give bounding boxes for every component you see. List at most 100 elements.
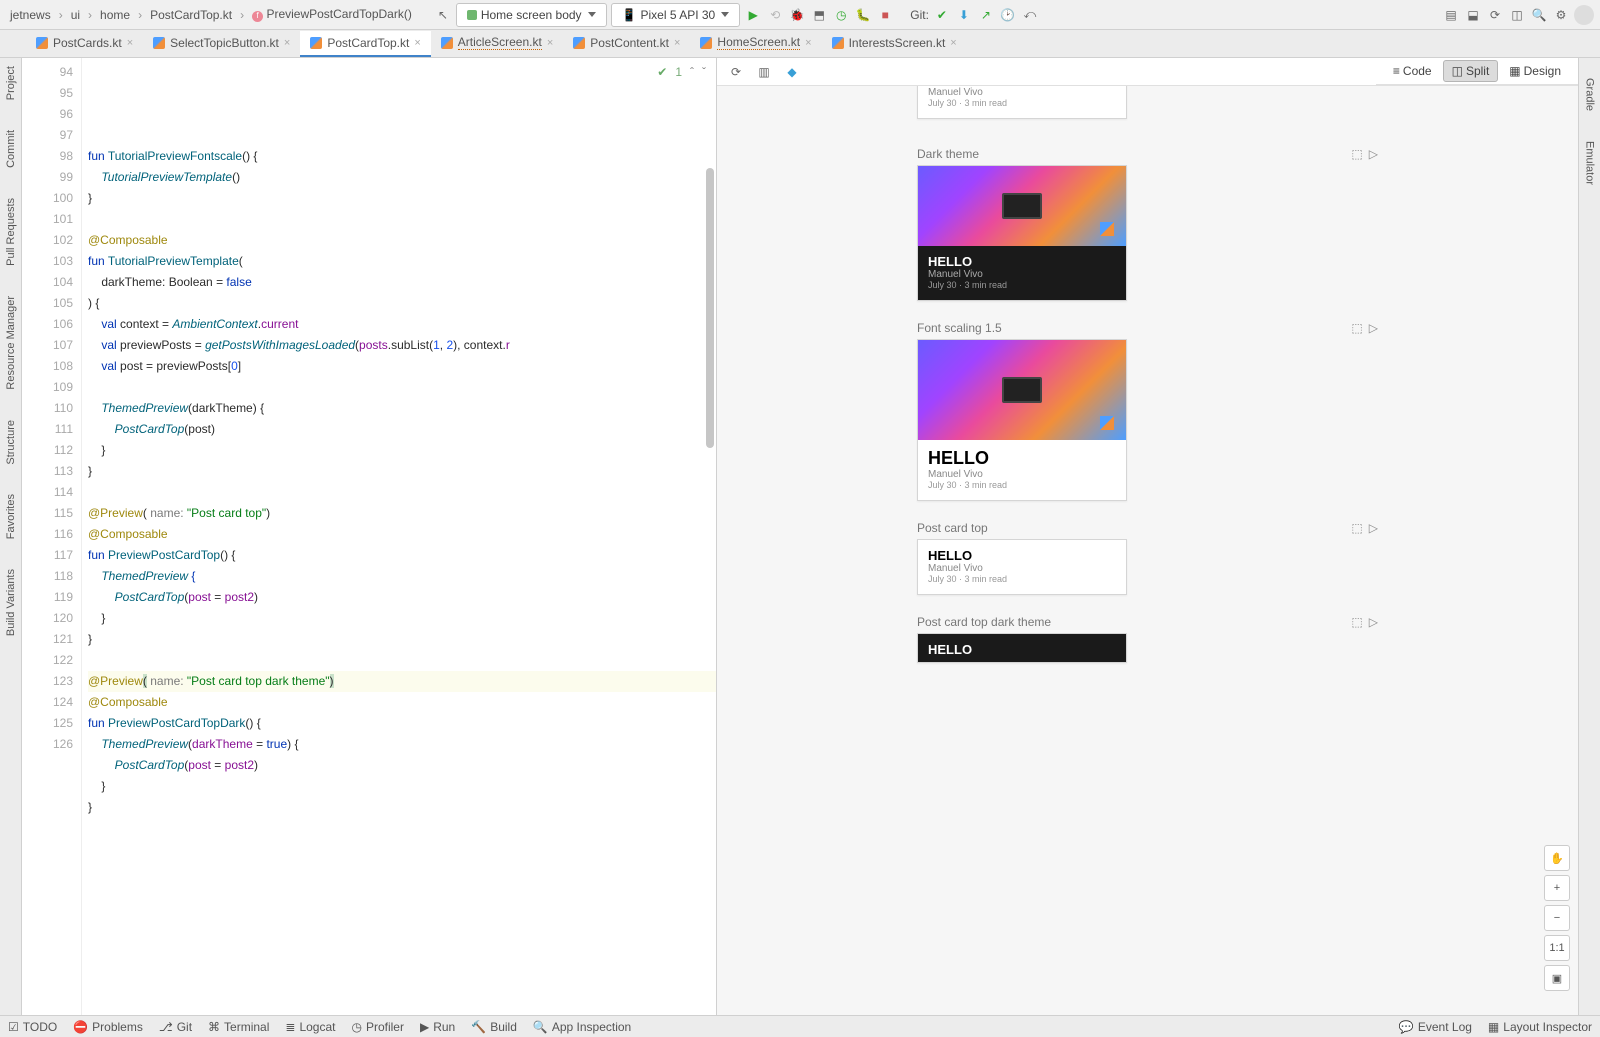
tool-window-button[interactable]: Resource Manager — [5, 296, 17, 390]
breadcrumb[interactable]: f PreviewPostCardTopDark() — [248, 5, 416, 24]
close-icon[interactable]: × — [127, 37, 133, 49]
close-icon[interactable]: × — [805, 37, 811, 49]
bottom-tool-button[interactable]: ▦Layout Inspector — [1488, 1020, 1592, 1034]
editor-tab[interactable]: PostCardTop.kt× — [300, 31, 430, 57]
code-editor[interactable]: ✔1 ˆˇ fun TutorialPreviewFontscale() { T… — [82, 58, 716, 1015]
structure-icon[interactable]: ◫ — [1508, 6, 1526, 24]
bottom-tool-button[interactable]: 🔍App Inspection — [533, 1020, 631, 1034]
apply-changes-icon[interactable]: ⟲ — [766, 6, 784, 24]
sdk-icon[interactable]: ⬓ — [1464, 6, 1482, 24]
back-icon[interactable]: ↖ — [434, 6, 452, 24]
interactive-icon[interactable]: ◆ — [783, 63, 801, 81]
zoom-fit-button[interactable]: ▣ — [1544, 965, 1570, 991]
profile-icon[interactable]: ◷ — [832, 6, 850, 24]
update-icon[interactable]: ⬇ — [955, 6, 973, 24]
preview-hello: HELLO — [928, 642, 1116, 657]
close-icon[interactable]: × — [547, 37, 553, 49]
interactive-preview-icon[interactable]: ▷ — [1369, 321, 1378, 335]
editor-tabs: PostCards.kt×SelectTopicButton.kt×PostCa… — [0, 30, 1600, 58]
device-dropdown[interactable]: 📱Pixel 5 API 30 — [611, 3, 741, 27]
run-config-dropdown[interactable]: Home screen body — [456, 3, 607, 27]
tool-window-button[interactable]: Pull Requests — [5, 198, 17, 266]
history-icon[interactable]: 🕑 — [999, 6, 1017, 24]
preview-group: Font scaling 1.5 ⬚ ▷ HELLOManuel VivoJuly 3… — [917, 321, 1378, 501]
deploy-icon[interactable]: ⬚ — [1351, 521, 1362, 535]
tool-window-button[interactable]: Structure — [5, 420, 17, 465]
tool-window-button[interactable]: Gradle — [1584, 78, 1596, 111]
rollback-icon[interactable]: ⤺ — [1021, 6, 1039, 24]
refresh-icon[interactable]: ⟳ — [727, 63, 745, 81]
sync-icon[interactable]: ⟳ — [1486, 6, 1504, 24]
bottom-tool-button[interactable]: 🔨Build — [471, 1020, 517, 1034]
interactive-preview-icon[interactable]: ▷ — [1369, 147, 1378, 161]
interactive-preview-icon[interactable]: ▷ — [1369, 521, 1378, 535]
coverage-icon[interactable]: ⬒ — [810, 6, 828, 24]
view-mode-code[interactable]: ≡Code — [1384, 60, 1441, 82]
editor-tab[interactable]: SelectTopicButton.kt× — [143, 31, 300, 57]
bottom-tool-button[interactable]: ⌘Terminal — [208, 1020, 269, 1034]
pan-icon[interactable]: ✋ — [1544, 845, 1570, 871]
preview-card[interactable]: HELLOManuel VivoJuly 30 · 3 min read — [917, 339, 1127, 501]
preview-hello: HELLO — [928, 448, 1116, 469]
bottom-tool-button[interactable]: 💬Event Log — [1399, 1020, 1472, 1034]
interactive-preview-icon[interactable]: ▷ — [1369, 615, 1378, 629]
tool-window-button[interactable]: Favorites — [5, 494, 17, 539]
commit-icon[interactable]: ✔ — [933, 6, 951, 24]
bottom-tool-button[interactable]: ⛔Problems — [73, 1020, 143, 1034]
preview-group: Post card top⬚▷HELLOManuel VivoJuly 30 ·… — [917, 521, 1378, 595]
zoom-in-button[interactable]: + — [1544, 875, 1570, 901]
preview-card[interactable]: HELLOManuel VivoJuly 30 · 3 min read — [917, 539, 1127, 595]
breadcrumb[interactable]: jetnews — [6, 6, 55, 24]
preview-group: Post card top dark theme⬚▷HELLO — [917, 615, 1378, 663]
close-icon[interactable]: × — [414, 37, 420, 49]
preview-meta: July 30 · 3 min read — [928, 574, 1116, 584]
run-icon[interactable]: ▶ — [744, 6, 762, 24]
editor-tab[interactable]: HomeScreen.kt× — [690, 30, 821, 57]
editor-tab[interactable]: InterestsScreen.kt× — [822, 31, 967, 57]
view-mode-split[interactable]: ◫Split — [1443, 60, 1499, 82]
inspections-widget[interactable]: ✔1 ˆˇ — [657, 62, 706, 83]
stop-icon[interactable]: ■ — [876, 6, 894, 24]
tool-window-button[interactable]: Emulator — [1584, 141, 1596, 185]
preview-author: Manuel Vivo — [928, 563, 1116, 574]
zoom-ratio-button[interactable]: 1:1 — [1544, 935, 1570, 961]
debug-icon[interactable]: 🐞 — [788, 6, 806, 24]
bottom-tool-button[interactable]: ◷Profiler — [351, 1020, 404, 1034]
kotlin-file-icon — [573, 37, 585, 49]
tool-window-button[interactable]: Build Variants — [5, 569, 17, 636]
editor-tab[interactable]: PostCards.kt× — [26, 31, 143, 57]
view-mode-design[interactable]: ▦Design — [1500, 60, 1570, 82]
breadcrumb[interactable]: PostCardTop.kt — [146, 6, 236, 24]
push-icon[interactable]: ↗ — [977, 6, 995, 24]
kotlin-file-icon — [700, 37, 712, 49]
layout-icon[interactable]: ▥ — [755, 63, 773, 81]
zoom-out-button[interactable]: − — [1544, 905, 1570, 931]
deploy-icon[interactable]: ⬚ — [1351, 615, 1362, 629]
avatar-icon[interactable] — [1574, 5, 1594, 25]
bottom-tool-button[interactable]: ☑TODO — [8, 1020, 57, 1034]
scrollbar[interactable] — [706, 168, 714, 448]
preview-card[interactable]: HELLOManuel VivoJuly 30 · 3 min read — [917, 165, 1127, 301]
avd-icon[interactable]: ▤ — [1442, 6, 1460, 24]
deploy-icon[interactable]: ⬚ — [1351, 321, 1362, 335]
close-icon[interactable]: × — [950, 37, 956, 49]
preview-title: Font scaling 1.5 — [917, 321, 1002, 335]
breadcrumb[interactable]: ui — [67, 6, 84, 24]
preview-card[interactable]: HELLO — [917, 633, 1127, 663]
editor-tab[interactable]: PostContent.kt× — [563, 31, 690, 57]
close-icon[interactable]: × — [284, 37, 290, 49]
close-icon[interactable]: × — [674, 37, 680, 49]
settings-icon[interactable]: ⚙ — [1552, 6, 1570, 24]
breadcrumb[interactable]: home — [96, 6, 134, 24]
preview-title: Dark theme — [917, 147, 979, 161]
deploy-icon[interactable]: ⬚ — [1351, 147, 1362, 161]
search-icon[interactable]: 🔍 — [1530, 6, 1548, 24]
attach-icon[interactable]: 🐛 — [854, 6, 872, 24]
bottom-tool-button[interactable]: ≣Logcat — [285, 1020, 335, 1034]
bottom-tool-button[interactable]: ⎇Git — [159, 1020, 192, 1034]
tool-window-button[interactable]: Project — [5, 66, 17, 100]
editor-tab[interactable]: ArticleScreen.kt× — [431, 30, 563, 57]
bottom-tool-button[interactable]: ▶Run — [420, 1020, 455, 1034]
tool-window-button[interactable]: Commit — [5, 130, 17, 168]
preview-author: Manuel Vivo — [928, 469, 1116, 480]
